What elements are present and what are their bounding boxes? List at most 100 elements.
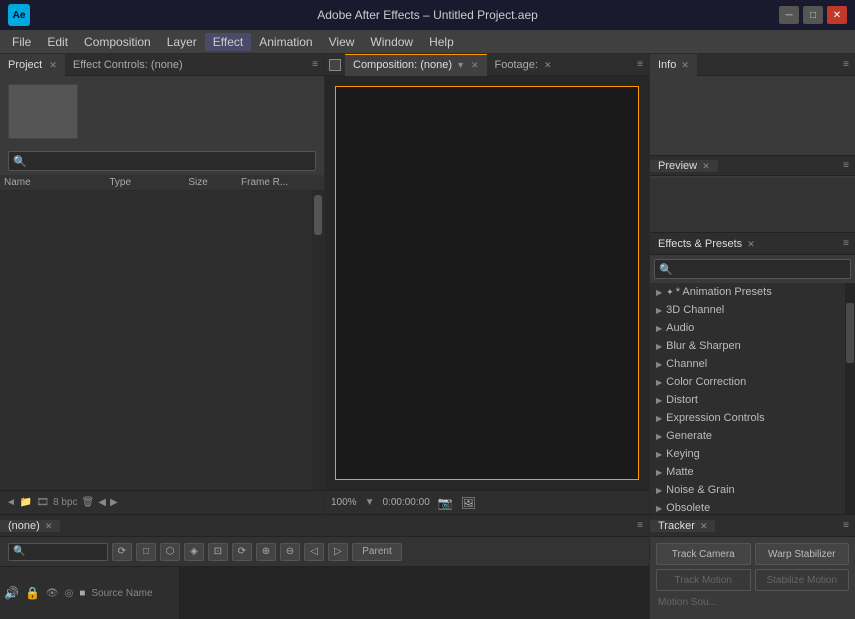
zoom-btn[interactable]: ▼	[365, 497, 375, 508]
effect-item-generate[interactable]: Generate	[650, 427, 855, 445]
show-snapshot-btn[interactable]: 🖼	[461, 496, 476, 510]
import-btn[interactable]: 📁	[20, 497, 32, 508]
timeline-btn-5[interactable]: ⊡	[208, 543, 228, 561]
info-tab[interactable]: Info ✕	[650, 54, 697, 76]
effect-arrow-obsolete	[656, 503, 662, 513]
timeline-btn-6[interactable]: ⟳	[232, 543, 252, 561]
project-panel-menu[interactable]: ≡	[306, 59, 324, 70]
tracker-tab[interactable]: Tracker ✕	[650, 520, 715, 532]
project-tab[interactable]: Project ✕	[0, 54, 65, 76]
timeline-btn-4[interactable]: ◈	[184, 543, 204, 561]
center-panel: Composition: (none) ▼ ✕ Footage: ✕ ≡ 100…	[325, 54, 650, 514]
title-bar-controls[interactable]: ─ □ ✕	[779, 6, 847, 24]
timeline-btn-10[interactable]: ▷	[328, 543, 348, 561]
info-panel-menu[interactable]: ≡	[837, 59, 855, 70]
effect-arrow-audio	[656, 323, 662, 333]
track-motion-button[interactable]: Track Motion	[656, 569, 751, 591]
col-size-header[interactable]: Size	[188, 177, 241, 188]
effect-item-channel[interactable]: Channel	[650, 355, 855, 373]
timeline-btn-7[interactable]: ⊕	[256, 543, 276, 561]
effect-item-color-correction[interactable]: Color Correction	[650, 373, 855, 391]
timeline-right-col	[180, 567, 649, 619]
comp-composition-tab[interactable]: Composition: (none) ▼ ✕	[345, 54, 487, 76]
layer-lock[interactable]: 🔒	[25, 586, 40, 600]
effects-panel-menu[interactable]: ≡	[837, 238, 855, 249]
timeline-search[interactable]: 🔍	[8, 543, 108, 561]
effect-arrow-matte	[656, 467, 662, 477]
timeline-btn-parent[interactable]: Parent	[352, 543, 402, 561]
effects-close[interactable]: ✕	[747, 239, 755, 249]
effects-search[interactable]: 🔍	[654, 259, 851, 279]
warp-stabilizer-button[interactable]: Warp Stabilizer	[755, 543, 850, 565]
effect-item-blur-sharpen[interactable]: Blur & Sharpen	[650, 337, 855, 355]
project-scroll-thumb[interactable]	[314, 195, 322, 235]
menu-composition[interactable]: Composition	[76, 33, 159, 51]
preview-tab-close[interactable]: ✕	[702, 161, 710, 171]
project-search[interactable]: 🔍	[8, 151, 316, 171]
timeline-btn-8[interactable]: ⊖	[280, 543, 300, 561]
effects-title[interactable]: Effects & Presets ✕	[650, 238, 763, 250]
close-button[interactable]: ✕	[827, 6, 847, 24]
tracker-row-1: Track Camera Warp Stabilizer	[656, 543, 849, 565]
menu-animation[interactable]: Animation	[251, 33, 320, 51]
col-frame-header[interactable]: Frame R...	[241, 177, 320, 188]
audio-toggle[interactable]: 🔊	[4, 586, 19, 600]
snapshot-btn[interactable]: 📷	[438, 496, 453, 510]
effect-item-matte[interactable]: Matte	[650, 463, 855, 481]
menu-help[interactable]: Help	[421, 33, 462, 51]
comp-tab-arrow[interactable]: ▼	[456, 54, 465, 76]
minimize-button[interactable]: ─	[779, 6, 799, 24]
effects-scrollbar[interactable]	[845, 283, 855, 514]
menu-file[interactable]: File	[4, 33, 39, 51]
preview-tab[interactable]: Preview ✕	[650, 160, 718, 172]
visibility-toggle[interactable]: 👁	[46, 588, 59, 599]
footage-tab[interactable]: Footage: ✕	[487, 54, 560, 76]
effect-item-3d-channel[interactable]: 3D Channel	[650, 301, 855, 319]
prev-btn[interactable]: ◀	[98, 497, 106, 508]
effects-scroll-thumb[interactable]	[846, 303, 854, 363]
timeline-search-icon: 🔍	[13, 546, 25, 557]
stabilize-motion-button[interactable]: Stabilize Motion	[755, 569, 850, 591]
effect-item-animation-presets[interactable]: ✦ * Animation Presets	[650, 283, 855, 301]
project-tab-close[interactable]: ✕	[49, 60, 57, 70]
timeline-btn-9[interactable]: ◁	[304, 543, 324, 561]
menu-layer[interactable]: Layer	[159, 33, 205, 51]
menu-view[interactable]: View	[321, 33, 363, 51]
effect-item-expression[interactable]: Expression Controls	[650, 409, 855, 427]
timeline-tab-close[interactable]: ✕	[45, 521, 53, 531]
effect-item-distort[interactable]: Distort	[650, 391, 855, 409]
effect-item-audio[interactable]: Audio	[650, 319, 855, 337]
info-tab-close[interactable]: ✕	[681, 60, 689, 70]
comp-panel-menu[interactable]: ≡	[631, 59, 649, 70]
tracker-panel-menu[interactable]: ≡	[837, 520, 855, 531]
timeline-panel-menu[interactable]: ≡	[631, 520, 649, 531]
tracker-tab-close[interactable]: ✕	[700, 521, 708, 531]
preview-panel-menu[interactable]: ≡	[837, 160, 855, 171]
maximize-button[interactable]: □	[803, 6, 823, 24]
effect-controls-tab[interactable]: Effect Controls: (none)	[65, 54, 191, 76]
effect-item-noise-grain[interactable]: Noise & Grain	[650, 481, 855, 499]
project-search-icon: 🔍	[13, 155, 27, 168]
col-name-header[interactable]: Name	[4, 177, 109, 188]
track-camera-button[interactable]: Track Camera	[656, 543, 751, 565]
footage-tab-close[interactable]: ✕	[544, 54, 552, 76]
preview-controls	[650, 178, 855, 233]
effect-arrow-noise	[656, 485, 662, 495]
effects-section: Effects & Presets ✕ ≡ 🔍 ✦ * Animation Pr…	[650, 233, 855, 514]
effect-item-keying[interactable]: Keying	[650, 445, 855, 463]
effect-item-obsolete[interactable]: Obsolete	[650, 499, 855, 514]
delete-btn[interactable]: 🗑	[82, 497, 95, 508]
project-scrollbar[interactable]	[312, 191, 324, 490]
menu-edit[interactable]: Edit	[39, 33, 76, 51]
render-queue-icon: ◄	[6, 497, 16, 508]
timeline-btn-3[interactable]: ⬡	[160, 543, 180, 561]
solo-toggle[interactable]: ◎	[65, 588, 74, 599]
timeline-btn-2[interactable]: □	[136, 543, 156, 561]
timeline-btn-1[interactable]: ⟳	[112, 543, 132, 561]
menu-effect[interactable]: Effect	[205, 33, 251, 51]
comp-tab-close[interactable]: ✕	[471, 54, 479, 76]
menu-window[interactable]: Window	[362, 33, 421, 51]
col-type-header[interactable]: Type	[109, 177, 188, 188]
next-btn[interactable]: ▶	[110, 497, 118, 508]
timeline-none-tab[interactable]: (none) ✕	[0, 520, 60, 532]
